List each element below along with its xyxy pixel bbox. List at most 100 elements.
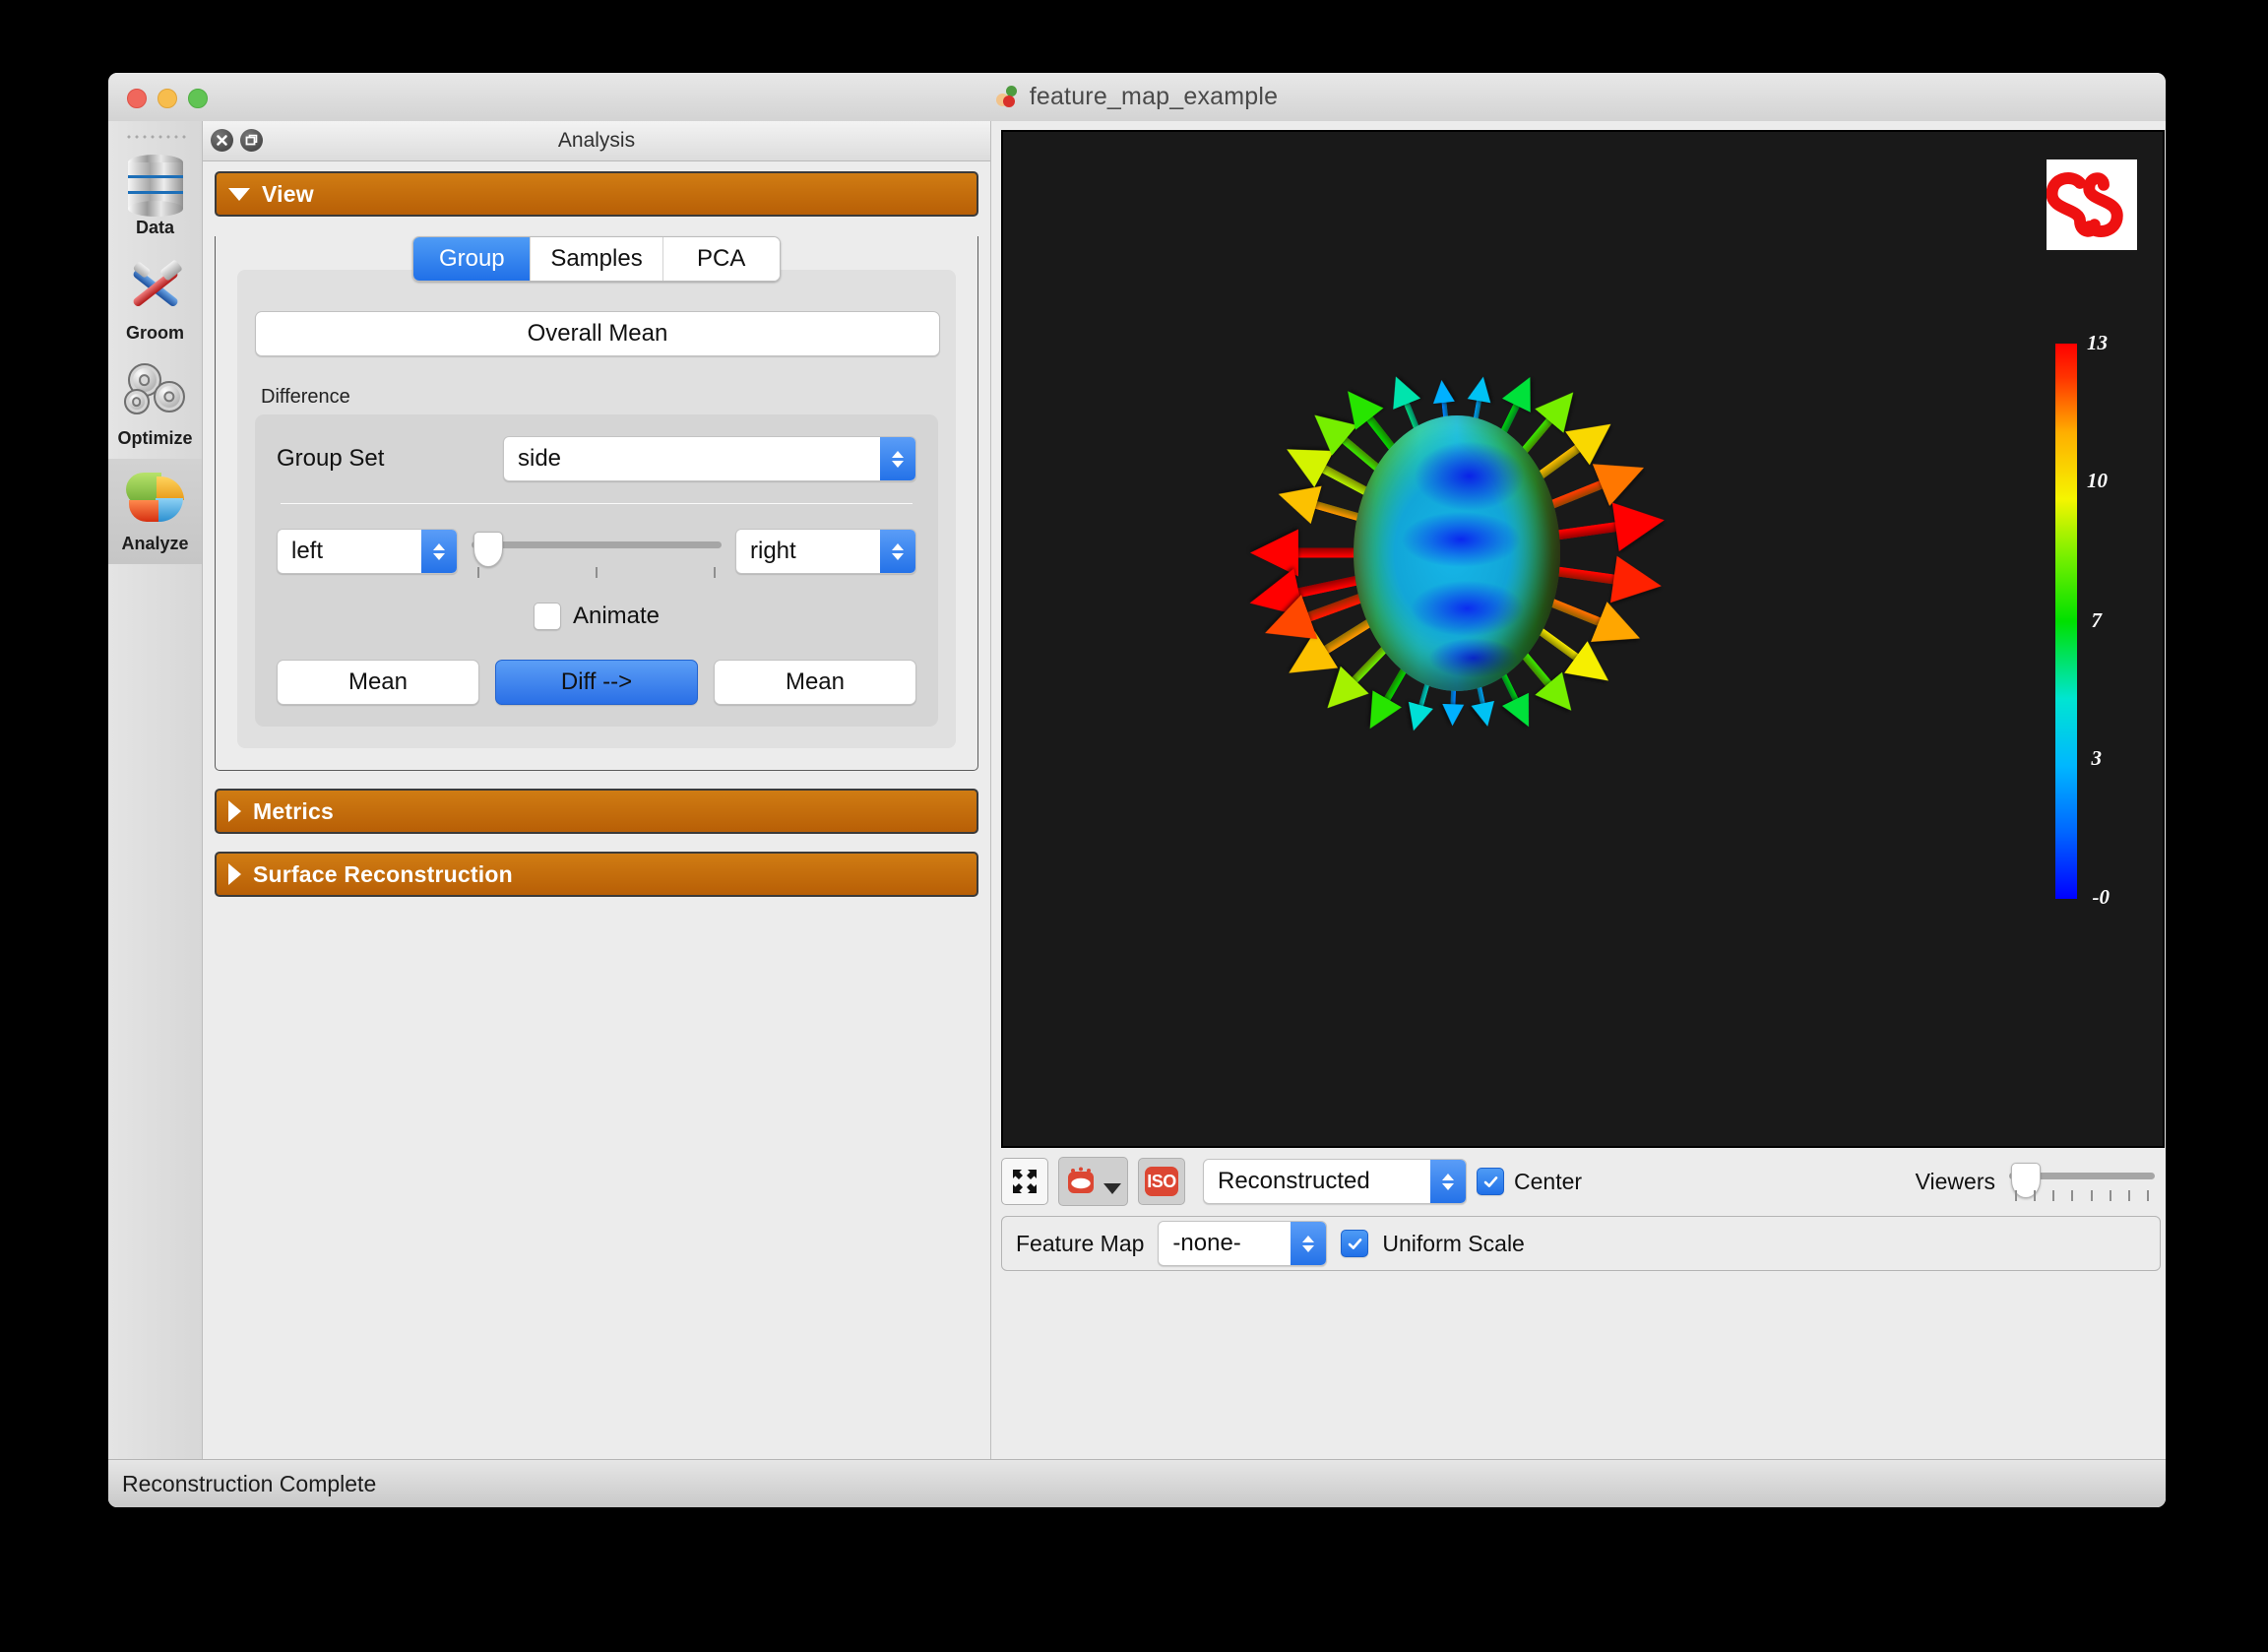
left-group-value: left [291, 538, 324, 564]
feature-map-bar: Feature Map -none- Uniform Scale [1001, 1216, 2161, 1271]
difference-legend: Difference [261, 386, 350, 408]
undock-icon[interactable] [240, 129, 263, 152]
display-mode-select[interactable]: Reconstructed [1203, 1159, 1467, 1204]
status-bar: Reconstruction Complete [108, 1459, 2166, 1507]
mean-shape-surface [1354, 415, 1560, 691]
right-mean-button[interactable]: Mean [714, 660, 916, 705]
difference-vector-field [1003, 132, 2163, 1146]
sidebar-label-data: Data [135, 218, 174, 237]
slider-knob[interactable] [473, 532, 503, 567]
difference-button-row: Mean Diff --> Mean [277, 660, 916, 705]
display-mode-value: Reconstructed [1218, 1168, 1370, 1194]
animate-label: Animate [572, 603, 661, 629]
colorbar-tick-0: -0 [2092, 885, 2110, 909]
feature-map-value: -none- [1172, 1230, 1241, 1256]
screen: feature_map_example Data Groom Optimize … [0, 0, 2268, 1652]
pie-chart-icon [120, 465, 191, 532]
difference-fieldset: Group Set side left right Animate Mean D… [255, 414, 938, 727]
animate-checkbox[interactable] [533, 603, 561, 630]
sidebar-item-optimize[interactable]: Optimize [108, 353, 202, 459]
gears-icon [120, 359, 191, 426]
sidebar-label-analyze: Analyze [121, 534, 189, 553]
right-group-select[interactable]: right [735, 529, 916, 574]
left-mean-button[interactable]: Mean [277, 660, 479, 705]
dock-buttons [211, 129, 263, 152]
section-label-view: View [262, 180, 314, 207]
group-blend-slider[interactable] [472, 526, 722, 578]
feature-map-select[interactable]: -none- [1158, 1221, 1328, 1266]
triangle-right-icon [228, 863, 241, 885]
colorbar-tick-3: 3 [2091, 746, 2103, 770]
display-mode-stepper-icon[interactable] [1430, 1160, 1466, 1203]
tab-samples[interactable]: Samples [531, 237, 663, 281]
left-group-select[interactable]: left [277, 529, 458, 574]
status-message: Reconstruction Complete [122, 1470, 377, 1496]
module-sidebar: Data Groom Optimize Analyze [108, 121, 203, 1460]
window-titlebar: feature_map_example [108, 73, 2166, 122]
group-set-select[interactable]: side [503, 436, 916, 481]
group-set-row: Group Set side [277, 436, 916, 481]
dock-title-label: Analysis [557, 129, 636, 152]
window-title-group: feature_map_example [108, 73, 2166, 121]
colorbar-tick-13: 13 [2087, 331, 2108, 354]
fieldset-divider [281, 503, 913, 504]
group-set-stepper-icon[interactable] [880, 437, 915, 480]
view-tabbar: Group Samples PCA [216, 236, 977, 282]
group-tab-panel: Overall Mean Difference Group Set side l… [237, 270, 956, 748]
analysis-dock-panel: Analysis View Group Samples PCA Overall … [203, 121, 991, 1460]
colorbar-tick-10: 10 [2087, 469, 2108, 492]
tab-group[interactable]: Group [413, 237, 532, 281]
sidebar-drag-handle[interactable] [124, 131, 186, 139]
window-title: feature_map_example [1029, 83, 1279, 110]
viewers-label: Viewers [1915, 1168, 1995, 1194]
database-icon [120, 149, 191, 217]
eye-view-icon[interactable] [1061, 1162, 1101, 1201]
viewers-control: Viewers [1916, 1159, 2161, 1204]
left-group-stepper-icon[interactable] [421, 530, 457, 573]
render-canvas[interactable]: 13 10 7 3 -0 [1001, 130, 2165, 1148]
section-label-metrics: Metrics [253, 797, 334, 824]
center-checkbox[interactable] [1477, 1168, 1504, 1195]
group-set-value: side [518, 445, 562, 472]
right-group-stepper-icon[interactable] [880, 530, 915, 573]
triangle-right-icon [228, 800, 241, 822]
dock-titlebar: Analysis [203, 121, 990, 161]
center-label: Center [1514, 1168, 1583, 1194]
feature-map-label: Feature Map [1016, 1230, 1145, 1256]
viewer-toolbar: ISO Reconstructed Center Viewers [1001, 1155, 2161, 1208]
chevron-down-icon[interactable] [1103, 1182, 1121, 1194]
dock-content: View Group Samples PCA Overall Mean Diff… [203, 161, 990, 1310]
section-header-surface-reconstruction[interactable]: Surface Reconstruction [215, 852, 978, 897]
uniform-scale-checkbox[interactable] [1341, 1230, 1369, 1257]
group-compare-row: left right [277, 526, 916, 578]
slider-track [472, 541, 722, 548]
diff-button[interactable]: Diff --> [495, 660, 698, 705]
section-header-view[interactable]: View [215, 171, 978, 217]
iso-label: ISO [1145, 1167, 1178, 1196]
dock-empty-area [215, 897, 978, 1310]
fit-to-window-icon[interactable] [1001, 1158, 1048, 1205]
colorbar-tick-7: 7 [2091, 608, 2103, 632]
right-group-value: right [750, 538, 796, 564]
viewers-slider[interactable] [2009, 1159, 2155, 1204]
group-set-label: Group Set [277, 445, 385, 472]
viewer-pane: 13 10 7 3 -0 ISO Reconstructed Center Vi… [991, 121, 2166, 1460]
overall-mean-button[interactable]: Overall Mean [255, 311, 940, 356]
window-body: Data Groom Optimize Analyze Analysis Vie… [108, 121, 2166, 1507]
feature-colorbar [2055, 344, 2077, 899]
sidebar-label-optimize: Optimize [117, 428, 193, 448]
view-mode-combo[interactable] [1058, 1157, 1128, 1206]
application-window: feature_map_example Data Groom Optimize … [108, 73, 2166, 1507]
sidebar-item-analyze[interactable]: Analyze [108, 459, 202, 564]
sidebar-item-groom[interactable]: Groom [108, 248, 202, 353]
shapeworks-icon [995, 85, 1020, 109]
section-header-metrics[interactable]: Metrics [215, 789, 978, 834]
iso-view-button[interactable]: ISO [1138, 1158, 1185, 1205]
uniform-scale-label: Uniform Scale [1382, 1230, 1525, 1256]
slider-ticks [477, 567, 716, 578]
feature-map-stepper-icon[interactable] [1291, 1222, 1327, 1265]
triangle-down-icon [228, 187, 250, 201]
close-icon[interactable] [211, 129, 233, 152]
tab-pca[interactable]: PCA [662, 237, 780, 281]
sidebar-item-data[interactable]: Data [108, 143, 202, 248]
